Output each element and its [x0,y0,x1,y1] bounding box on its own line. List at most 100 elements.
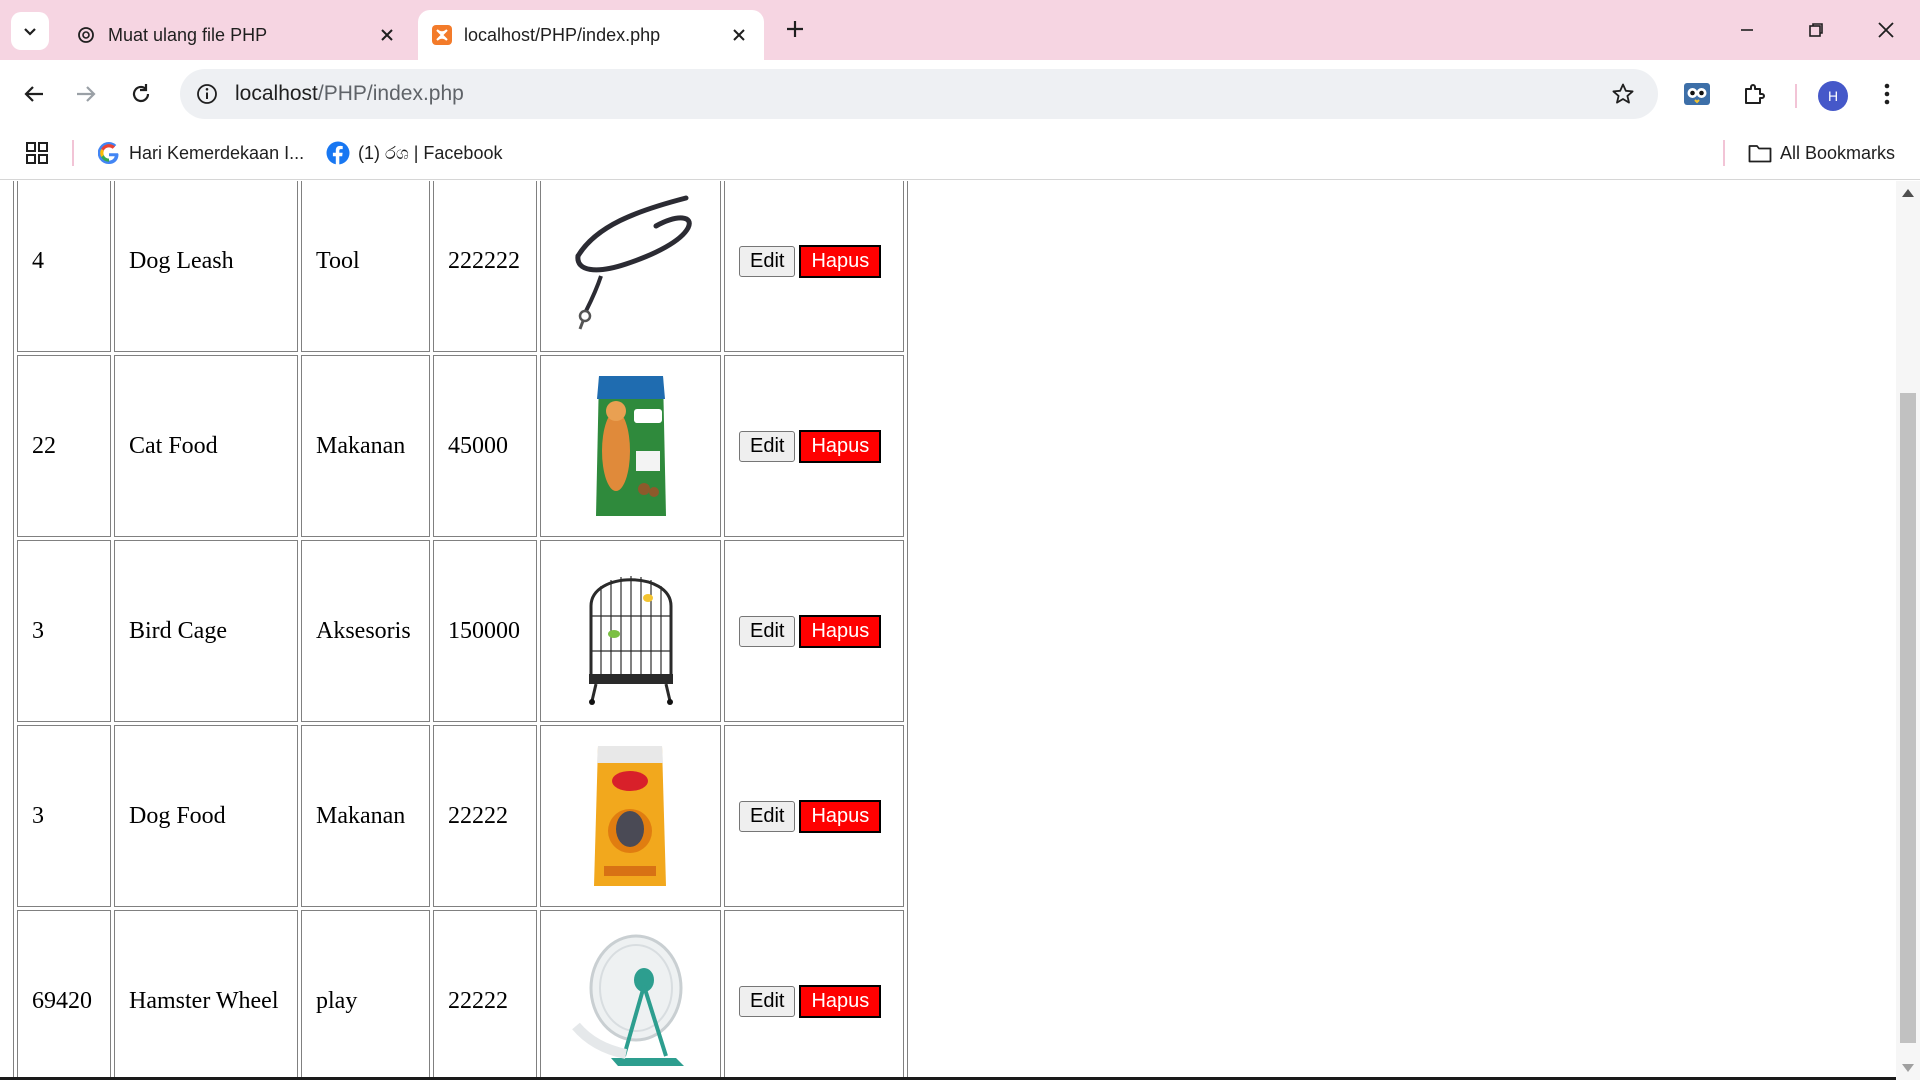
cell-image [540,540,721,722]
cell-image [540,725,721,907]
edit-button[interactable]: Edit [739,245,796,277]
minimize-icon [1741,29,1753,31]
edit-button[interactable]: Edit [739,985,796,1017]
bookmarks-divider [72,140,74,166]
bookmark-star-icon[interactable] [1610,81,1636,107]
dog-leash-image [556,186,706,336]
browser-menu-button[interactable] [1867,74,1907,114]
table-row: 22 Cat Food Makanan 45000 Edit Hapus [17,355,904,537]
close-tab-icon[interactable] [376,24,398,46]
cell-name: Cat Food [114,355,298,537]
restore-icon [1809,23,1823,37]
toolbar-divider [1795,84,1797,108]
delete-button[interactable]: Hapus [799,799,882,833]
cell-id: 69420 [17,910,111,1080]
table-row: 3 Dog Food Makanan 22222 Edit Hapus [17,725,904,907]
minimize-button[interactable] [1727,12,1767,48]
xampp-icon [432,25,452,45]
apps-grid-icon [26,142,48,164]
cell-category: Tool [301,181,430,352]
address-bar[interactable]: localhost/PHP/index.php [180,69,1658,119]
bookmark-item[interactable]: Hari Kemerdekaan I... [97,138,304,168]
scroll-down-arrow-icon[interactable] [1902,1064,1914,1072]
cell-image [540,355,721,537]
table-row: 3 Bird Cage Aksesoris 150000 Edit Hapus [17,540,904,722]
extension-button[interactable] [1677,74,1717,114]
vertical-scrollbar[interactable] [1896,181,1920,1080]
close-icon [1878,22,1894,38]
table-row: 69420 Hamster Wheel play 22222 Edit Hapu… [17,910,904,1080]
close-tab-icon[interactable] [728,24,750,46]
cell-actions: Edit Hapus [724,540,904,722]
new-tab-button[interactable] [780,14,810,44]
tab-title: localhost/PHP/index.php [464,25,661,45]
cell-name: Dog Leash [114,181,298,352]
product-table: 4 Dog Leash Tool 222222 Edit Hapus 22 Ca… [13,181,908,1080]
cell-actions: Edit Hapus [724,910,904,1080]
chevron-down-icon [24,28,36,36]
tab-active[interactable]: localhost/PHP/index.php [418,10,764,60]
cell-price: 22222 [433,725,537,907]
close-window-button[interactable] [1866,12,1906,48]
site-info-icon[interactable] [194,81,220,107]
scrollbar-thumb[interactable] [1900,393,1916,1043]
tab-search-button[interactable] [11,12,49,50]
cell-image [540,910,721,1080]
plus-icon [787,21,803,37]
delete-button[interactable]: Hapus [799,429,882,463]
edit-button[interactable]: Edit [739,800,796,832]
tab-inactive[interactable]: Muat ulang file PHP [62,10,412,60]
cell-name: Hamster Wheel [114,910,298,1080]
apps-button[interactable] [26,138,48,168]
cell-actions: Edit Hapus [724,181,904,352]
bookmark-label: (1) රශ | Facebook [358,142,503,163]
back-button[interactable] [14,74,54,114]
url-text[interactable]: localhost/PHP/index.php [235,82,464,106]
tab-strip: Muat ulang file PHP localhost/PHP/index.… [0,0,1920,60]
bookmarks-bar: Hari Kemerdekaan I... (1) රශ | Facebook … [0,128,1920,180]
delete-button[interactable]: Hapus [799,614,882,648]
cell-actions: Edit Hapus [724,725,904,907]
all-bookmarks-label: All Bookmarks [1780,142,1896,163]
delete-button[interactable]: Hapus [799,984,882,1018]
cell-price: 222222 [433,181,537,352]
scroll-up-arrow-icon[interactable] [1902,189,1914,197]
cell-price: 150000 [433,540,537,722]
edit-button[interactable]: Edit [739,430,796,462]
reload-icon [132,84,150,103]
restore-button[interactable] [1796,12,1836,48]
cell-category: Makanan [301,725,430,907]
facebook-icon [326,141,350,165]
table-row: 4 Dog Leash Tool 222222 Edit Hapus [17,181,904,352]
cell-category: Makanan [301,355,430,537]
page-viewport: 4 Dog Leash Tool 222222 Edit Hapus 22 Ca… [0,181,1920,1080]
cell-id: 3 [17,540,111,722]
dog-food-bag-image [556,741,706,891]
owl-extension-icon [1684,83,1710,105]
bookmark-item[interactable]: (1) රශ | Facebook [326,138,502,168]
reload-button[interactable] [121,74,161,114]
cell-category: Aksesoris [301,540,430,722]
bookmarks-divider [1723,140,1725,166]
cell-id: 4 [17,181,111,352]
forward-button[interactable] [66,74,106,114]
more-vert-icon [1884,83,1890,105]
cell-price: 45000 [433,355,537,537]
bookmark-label: Hari Kemerdekaan I... [129,142,305,163]
edit-button[interactable]: Edit [739,615,796,647]
profile-avatar[interactable]: H [1818,81,1848,111]
cell-id: 22 [17,355,111,537]
google-icon [97,141,121,165]
tab-title: Muat ulang file PHP [108,25,268,45]
delete-button[interactable]: Hapus [799,244,882,278]
cell-name: Dog Food [114,725,298,907]
all-bookmarks-button[interactable]: All Bookmarks [1748,138,1895,168]
hamster-wheel-image [556,926,706,1076]
bird-cage-image [556,556,706,706]
puzzle-icon [1745,84,1765,104]
url-host: localhost [235,82,318,105]
cell-category: play [301,910,430,1080]
extensions-menu-button[interactable] [1734,74,1774,114]
url-path: /PHP/index.php [317,82,464,105]
cell-name: Bird Cage [114,540,298,722]
